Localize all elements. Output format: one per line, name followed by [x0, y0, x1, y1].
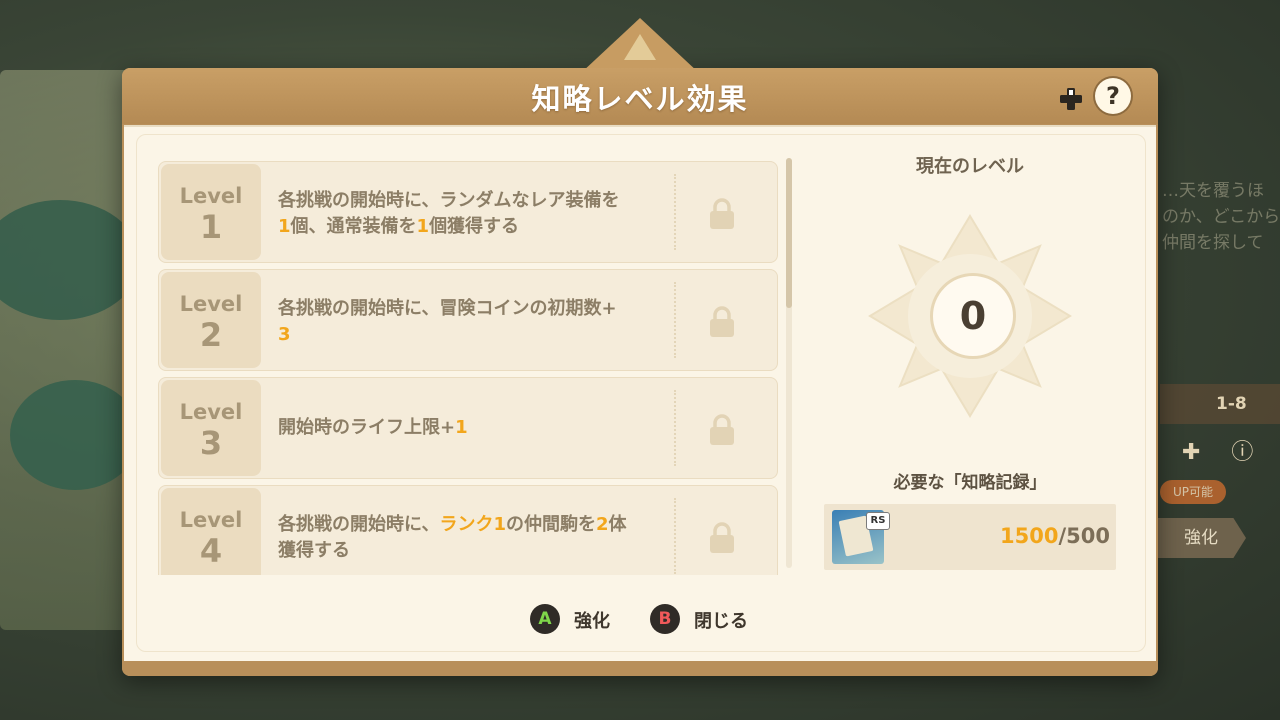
- divider: [674, 282, 676, 358]
- b-button-icon[interactable]: B: [650, 604, 680, 634]
- divider: [674, 390, 676, 466]
- level-badge: Level 4: [161, 488, 261, 575]
- lock-icon: [710, 522, 734, 553]
- lock-icon: [710, 198, 734, 229]
- help-button[interactable]: ?: [1095, 78, 1131, 114]
- description-line: 1個、通常装備を1個獲得する: [278, 214, 668, 240]
- lock-icon: [710, 414, 734, 445]
- record-have: 1500: [1000, 524, 1059, 548]
- highlighted-value: 3: [278, 324, 291, 345]
- record-need: /500: [1058, 524, 1110, 548]
- dialog-bottom-edge: [122, 661, 1158, 676]
- level-card[interactable]: Level 3 開始時のライフ上限+1: [158, 377, 778, 479]
- description-text: 各挑戦の開始時に、冒険コインの初期数+: [278, 298, 617, 319]
- level-badge: Level 3: [161, 380, 261, 476]
- background-enhance-button: 強化: [1156, 518, 1246, 558]
- record-count: 1500/500: [960, 524, 1110, 548]
- enhance-button[interactable]: 強化: [574, 607, 610, 633]
- highlighted-value: 2: [596, 514, 609, 535]
- dialog-title: 知略レベル効果: [531, 82, 749, 116]
- level-description: 各挑戦の開始時に、冒険コインの初期数+ 3: [278, 296, 668, 348]
- background-tree: [10, 380, 140, 490]
- background-up-badge: UP可能: [1160, 480, 1226, 504]
- description-text: 獲得する: [278, 540, 350, 561]
- level-number: 3: [199, 424, 223, 462]
- highlighted-value: 1: [278, 216, 291, 237]
- description-text: 各挑戦の開始時に、ランダムなレア装備を: [278, 190, 620, 211]
- description-text: 各挑戦の開始時に、: [278, 514, 440, 535]
- background-story-text: …天を覆うほ のか、どこから 仲間を探して: [1162, 181, 1280, 253]
- level-description: 開始時のライフ上限+1: [278, 415, 668, 441]
- gamepad-icon[interactable]: [1058, 86, 1084, 112]
- description-line: 各挑戦の開始時に、冒険コインの初期数+: [278, 296, 668, 322]
- level-card[interactable]: Level 1 各挑戦の開始時に、ランダムなレア装備を 1個、通常装備を1個獲得する: [158, 161, 778, 263]
- description-text: 開始時のライフ上限+: [278, 417, 456, 438]
- level-word: Level: [179, 508, 243, 532]
- description-line: 開始時のライフ上限+1: [278, 415, 668, 441]
- scrollbar-thumb[interactable]: [786, 158, 792, 308]
- level-card[interactable]: Level 4 各挑戦の開始時に、ランク1の仲間駒を2体 獲得する: [158, 485, 778, 575]
- description-text: 個獲得する: [429, 216, 520, 237]
- level-number: 4: [199, 532, 223, 570]
- highlighted-value: 1: [416, 216, 430, 237]
- level-description: 各挑戦の開始時に、ランダムなレア装備を 1個、通常装備を1個獲得する: [278, 188, 668, 240]
- divider: [674, 498, 676, 574]
- background-icons: ✚ ⓘ: [1182, 440, 1266, 465]
- level-list[interactable]: Level 1 各挑戦の開始時に、ランダムなレア装備を 1個、通常装備を1個獲得する L…: [158, 161, 778, 575]
- description-text: の仲間駒を: [506, 514, 596, 535]
- level-description: 各挑戦の開始時に、ランク1の仲間駒を2体 獲得する: [278, 512, 668, 564]
- level-word: Level: [179, 400, 243, 424]
- description-line: 獲得する: [278, 538, 668, 564]
- highlighted-value: 1: [455, 417, 468, 438]
- level-number: 1: [199, 208, 223, 246]
- lock-icon: [710, 306, 734, 337]
- description-text: 体: [608, 514, 627, 535]
- level-word: Level: [179, 184, 243, 208]
- required-records-label: 必要な「知略記録」: [893, 473, 1047, 493]
- background-stage-label: 1-8: [1216, 394, 1247, 414]
- level-card[interactable]: Level 2 各挑戦の開始時に、冒険コインの初期数+ 3: [158, 269, 778, 371]
- highlighted-value: ランク1: [439, 514, 506, 535]
- a-button-icon[interactable]: A: [530, 604, 560, 634]
- current-level-label: 現在のレベル: [916, 156, 1024, 177]
- divider: [674, 174, 676, 250]
- description-line: 各挑戦の開始時に、ランダムなレア装備を: [278, 188, 668, 214]
- level-word: Level: [179, 292, 243, 316]
- close-button[interactable]: 閉じる: [694, 607, 748, 633]
- description-line: 各挑戦の開始時に、ランク1の仲間駒を2体: [278, 512, 668, 538]
- description-line: 3: [278, 322, 668, 348]
- level-number: 2: [199, 316, 223, 354]
- current-level-value: 0: [930, 273, 1016, 359]
- level-badge: Level 2: [161, 272, 261, 368]
- description-text: 個、通常装備を: [290, 216, 417, 237]
- rs-badge: RS: [866, 512, 890, 530]
- level-badge: Level 1: [161, 164, 261, 260]
